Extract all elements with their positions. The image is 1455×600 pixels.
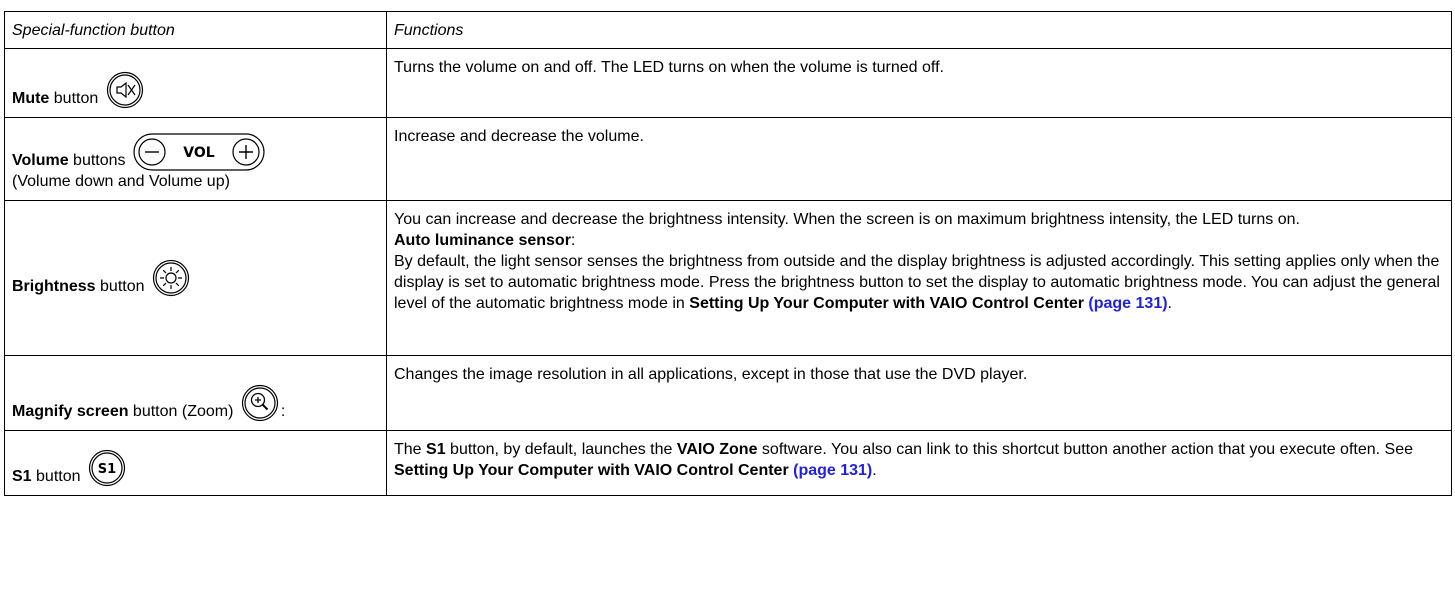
table-row: S1 button S1 The S1 button, by default, … <box>4 430 1452 496</box>
special-function-buttons-table: Special-function button Functions Mute b… <box>4 11 1452 496</box>
header-functions: Functions <box>386 11 1452 49</box>
heading-colon: : <box>570 232 576 249</box>
function-cell: Increase and decrease the volume. <box>386 117 1452 201</box>
table-row: Brightness button You can increase and d… <box>4 200 1452 356</box>
button-name-suffix: button <box>49 90 99 107</box>
button-name-suffix: button <box>95 278 145 295</box>
s1-label: S1 <box>98 462 116 477</box>
vol-label: VOL <box>183 145 214 161</box>
header-special-function-button: Special-function button <box>4 11 387 49</box>
function-cell: The S1 button, by default, launches the … <box>386 430 1452 496</box>
button-name: S1 <box>12 468 32 485</box>
button-name-suffix: buttons <box>68 152 126 169</box>
function-text: You can increase and decrease the bright… <box>394 211 1300 228</box>
function-cell: Changes the image resolution in all appl… <box>386 355 1452 431</box>
s1-ref: S1 <box>426 441 446 458</box>
button-name-cell: S1 button S1 <box>4 430 387 496</box>
button-name-cell: Volume buttons VOL (Volume down and Volu… <box>4 117 387 201</box>
button-name: Brightness <box>12 278 96 295</box>
table-row: Mute button Turns the volume on and off.… <box>4 48 1452 118</box>
function-cell: Turns the volume on and off. The LED tur… <box>386 48 1452 118</box>
function-text: Turns the volume on and off. The LED tur… <box>394 59 944 76</box>
table-header-row: Special-function button Functions <box>4 11 1452 49</box>
button-name-suffix: button (Zoom) <box>128 403 234 420</box>
table-row: Volume buttons VOL (Volume down and Volu… <box>4 117 1452 201</box>
colon: : <box>280 403 286 420</box>
s1-icon: S1 <box>88 449 126 487</box>
button-name: Magnify screen <box>12 403 129 420</box>
zoom-icon <box>241 384 279 422</box>
period: . <box>1167 295 1172 312</box>
button-name: Volume <box>12 152 69 169</box>
table-row: Magnify screen button (Zoom) : Changes t… <box>4 355 1452 431</box>
brightness-icon <box>152 259 190 297</box>
button-name-cell: Mute button <box>4 48 387 118</box>
function-text: Changes the image resolution in all appl… <box>394 366 1028 383</box>
vaio-zone-ref: VAIO Zone <box>676 441 758 458</box>
page-131-link[interactable]: (page 131) <box>789 462 872 479</box>
page-131-link[interactable]: (page 131) <box>1084 295 1167 312</box>
auto-luminance-heading: Auto luminance sensor <box>394 232 571 249</box>
period: . <box>872 462 877 479</box>
function-text: button, by default, launches the <box>445 441 677 458</box>
volume-buttons-icon: VOL <box>133 133 265 171</box>
button-subtitle: (Volume down and Volume up) <box>12 173 230 190</box>
button-name-suffix: button <box>31 468 81 485</box>
vaio-control-center-ref: Setting Up Your Computer with VAIO Contr… <box>394 462 789 479</box>
function-text: software. You also can link to this shor… <box>757 441 1413 458</box>
function-text: Increase and decrease the volume. <box>394 128 644 145</box>
button-name: Mute <box>12 90 50 107</box>
function-cell: You can increase and decrease the bright… <box>386 200 1452 356</box>
function-text: The <box>394 441 427 458</box>
mute-icon <box>106 71 144 109</box>
button-name-cell: Magnify screen button (Zoom) : <box>4 355 387 431</box>
button-name-cell: Brightness button <box>4 200 387 356</box>
vaio-control-center-ref: Setting Up Your Computer with VAIO Contr… <box>689 295 1084 312</box>
